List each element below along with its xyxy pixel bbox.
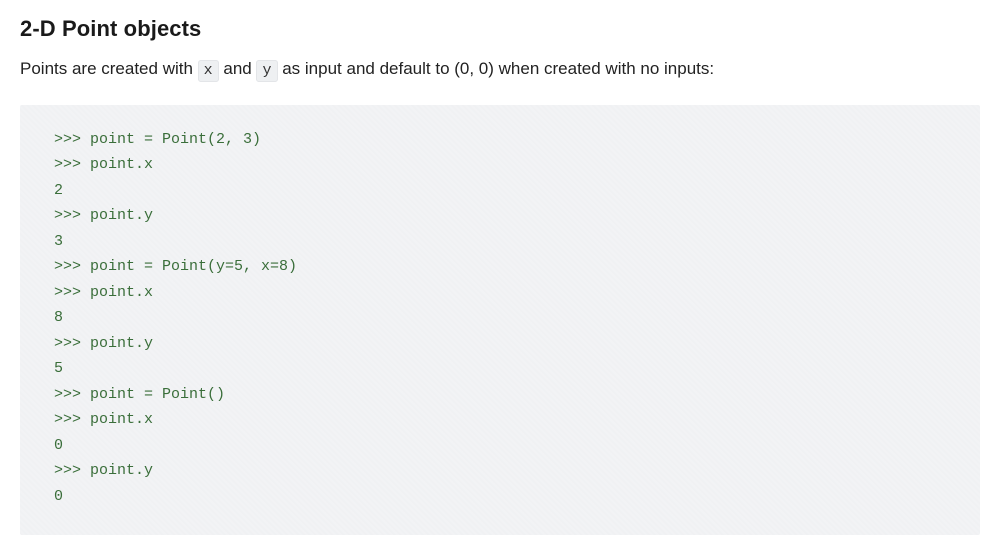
intro-text-2: and [219,59,257,78]
inline-code-x: x [198,60,219,82]
intro-text-3: as input and default to (0, 0) when crea… [278,59,715,78]
page: 2-D Point objects Points are created wit… [0,0,1000,559]
section-heading: 2-D Point objects [20,16,980,42]
intro-paragraph: Points are created with x and y as input… [20,56,980,83]
intro-text-1: Points are created with [20,59,198,78]
code-block: >>> point = Point(2, 3) >>> point.x 2 >>… [20,105,980,536]
inline-code-y: y [256,60,277,82]
